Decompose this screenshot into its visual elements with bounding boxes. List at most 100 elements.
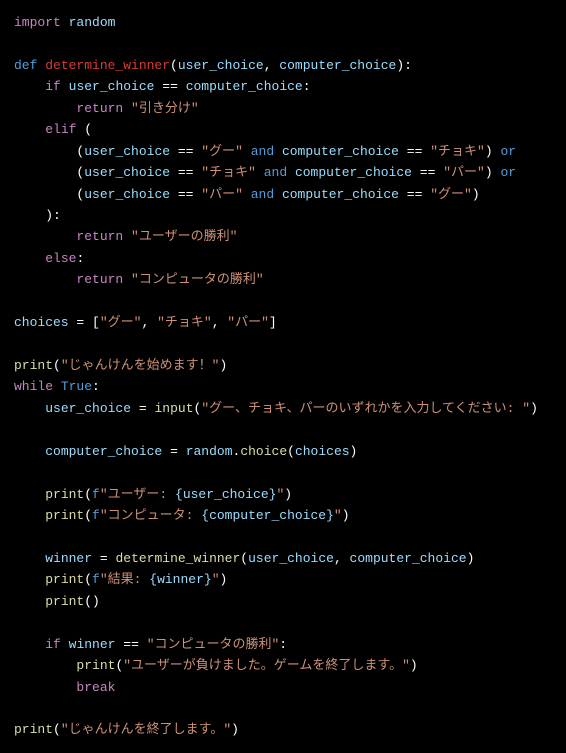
paren: ) <box>410 658 418 673</box>
kw-def: def <box>14 58 37 73</box>
paren: ( <box>287 444 295 459</box>
var: choices <box>295 444 350 459</box>
builtin-print: print <box>14 722 53 737</box>
module-name: random <box>69 15 116 30</box>
paren: () <box>84 594 100 609</box>
string: "引き分け" <box>131 101 199 116</box>
kw-if: if <box>45 79 61 94</box>
op: = <box>170 444 178 459</box>
kw-and: and <box>251 144 274 159</box>
var: choices <box>14 315 69 330</box>
colon: : <box>303 79 311 94</box>
var: computer_choice <box>350 551 467 566</box>
string: "コンピュータの勝利" <box>147 637 280 652</box>
paren: ) <box>219 358 227 373</box>
colon: : <box>76 251 84 266</box>
string: "パー" <box>443 165 485 180</box>
paren: ( <box>53 722 61 737</box>
var: user_choice <box>248 551 334 566</box>
var: computer_choice <box>186 79 303 94</box>
paren: ( <box>84 508 92 523</box>
kw-true: True <box>61 379 92 394</box>
op: == <box>178 165 194 180</box>
string: "ユーザーの勝利" <box>131 229 237 244</box>
string: "グー、チョキ、パーのいずれかを入力してください: " <box>201 401 530 416</box>
kw-while: while <box>14 379 53 394</box>
paren: ( <box>84 122 92 137</box>
builtin-print: print <box>45 594 84 609</box>
method: choice <box>240 444 287 459</box>
string: "グー" <box>430 187 472 202</box>
string: " <box>334 508 342 523</box>
var: computer_choice <box>282 187 399 202</box>
op: = <box>139 401 147 416</box>
param: user_choice <box>178 58 264 73</box>
builtin-print: print <box>45 487 84 502</box>
op: == <box>420 165 436 180</box>
var: user_choice <box>84 144 170 159</box>
kw-if: if <box>45 637 61 652</box>
kw-and: and <box>264 165 287 180</box>
op: == <box>162 79 178 94</box>
string: "コンピュータの勝利" <box>131 272 264 287</box>
var: computer_choice <box>282 144 399 159</box>
kw-or: or <box>500 165 516 180</box>
code-block: import random def determine_winner(user_… <box>14 12 552 741</box>
builtin-print: print <box>76 658 115 673</box>
string: "ユーザー: <box>100 487 175 502</box>
paren: ) <box>284 487 292 502</box>
comma: , <box>212 315 228 330</box>
colon: : <box>404 58 412 73</box>
var: winner <box>45 551 92 566</box>
string: "チョキ" <box>201 165 256 180</box>
kw-return: return <box>76 101 123 116</box>
string: "グー" <box>201 144 243 159</box>
paren: ( <box>170 58 178 73</box>
string: "コンピュータ: <box>100 508 201 523</box>
var: winner <box>69 637 116 652</box>
module-ref: random <box>186 444 233 459</box>
paren: ) <box>45 208 53 223</box>
kw-import: import <box>14 15 61 30</box>
comma: , <box>264 58 280 73</box>
comma: , <box>141 315 157 330</box>
string: "結果: <box>100 572 149 587</box>
fstring-prefix: f <box>92 572 100 587</box>
paren: ) <box>231 722 239 737</box>
string: "じゃんけんを終了します。" <box>61 722 231 737</box>
op: == <box>407 144 423 159</box>
paren: ( <box>84 487 92 502</box>
bracket: [ <box>92 315 100 330</box>
fstring-var: {user_choice} <box>175 487 276 502</box>
string: "チョキ" <box>430 144 485 159</box>
paren: ) <box>220 572 228 587</box>
paren: ) <box>396 58 404 73</box>
op: == <box>123 637 139 652</box>
op: == <box>178 187 194 202</box>
kw-and: and <box>251 187 274 202</box>
builtin-print: print <box>14 358 53 373</box>
paren: ( <box>240 551 248 566</box>
string: "グー" <box>100 315 142 330</box>
op: = <box>76 315 84 330</box>
kw-return: return <box>76 229 123 244</box>
fstring-var: {computer_choice} <box>201 508 334 523</box>
fstring-var: {winner} <box>149 572 211 587</box>
colon: : <box>92 379 100 394</box>
kw-return: return <box>76 272 123 287</box>
paren: ) <box>472 187 480 202</box>
string: "パー" <box>227 315 269 330</box>
string: "じゃんけんを始めます！" <box>61 358 220 373</box>
paren: ) <box>530 401 538 416</box>
paren: ) <box>485 144 493 159</box>
var: user_choice <box>45 401 131 416</box>
colon: : <box>279 637 287 652</box>
kw-elif: elif <box>45 122 76 137</box>
paren: ) <box>342 508 350 523</box>
builtin-print: print <box>45 508 84 523</box>
string: "パー" <box>201 187 243 202</box>
kw-else: else <box>45 251 76 266</box>
op: == <box>178 144 194 159</box>
fstring-prefix: f <box>92 487 100 502</box>
func-name: determine_winner <box>45 58 170 73</box>
